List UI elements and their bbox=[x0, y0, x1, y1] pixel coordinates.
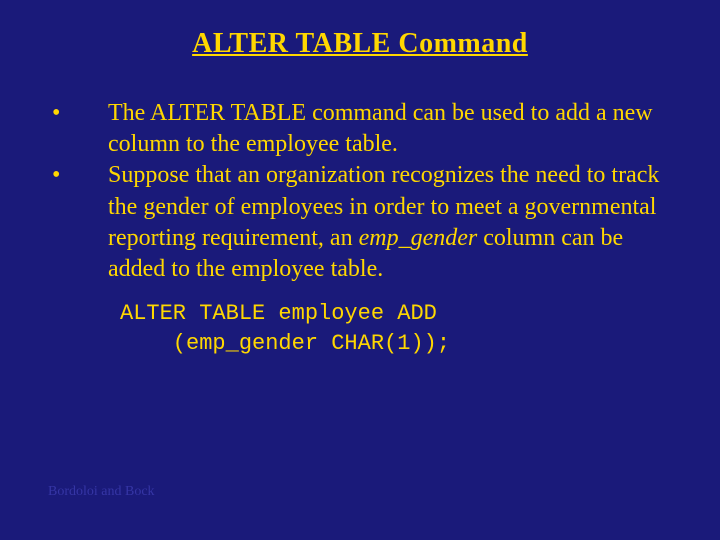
bullet-text-italic: emp_gender bbox=[359, 225, 478, 251]
bullet-text: The ALTER TABLE command can be used to a… bbox=[108, 98, 672, 160]
footer-credit: Bordoloi and Bock bbox=[48, 484, 155, 500]
code-line: (emp_gender CHAR(1)); bbox=[120, 329, 672, 359]
bullet-text: Suppose that an organization recognizes … bbox=[108, 160, 672, 285]
slide: ALTER TABLE Command • The ALTER TABLE co… bbox=[0, 0, 720, 540]
slide-title: ALTER TABLE Command bbox=[48, 28, 672, 60]
bullet-marker: • bbox=[48, 98, 108, 129]
code-block: ALTER TABLE employee ADD (emp_gender CHA… bbox=[120, 299, 672, 358]
bullet-list: • The ALTER TABLE command can be used to… bbox=[48, 98, 672, 285]
bullet-item: • Suppose that an organization recognize… bbox=[48, 160, 672, 285]
bullet-item: • The ALTER TABLE command can be used to… bbox=[48, 98, 672, 160]
code-line: ALTER TABLE employee ADD bbox=[120, 299, 672, 329]
bullet-marker: • bbox=[48, 160, 108, 191]
